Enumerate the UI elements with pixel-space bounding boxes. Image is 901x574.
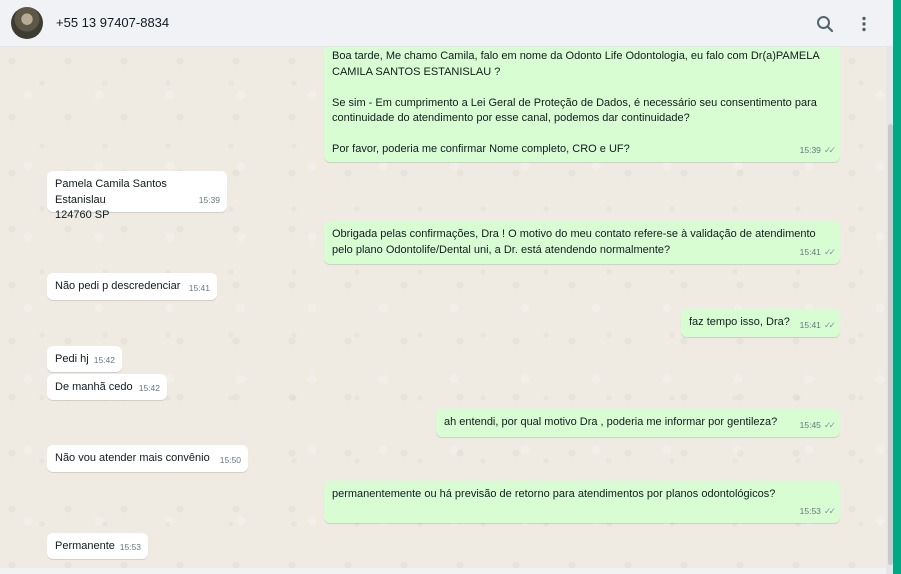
message-time: 15:42 xyxy=(93,354,115,365)
message-list: Boa tarde, Me chamo Camila, falo em nome… xyxy=(0,47,893,574)
window-edge xyxy=(893,0,901,574)
message-meta: 15:39 ✓✓ xyxy=(799,143,836,159)
message-time: 15:50 xyxy=(219,454,241,465)
message-bubble[interactable]: permanentemente ou há previsão de retorn… xyxy=(324,481,840,523)
message-meta: 15:39 xyxy=(199,193,220,209)
message-time: 15:53 xyxy=(799,505,821,516)
message-bubble[interactable]: Obrigada pelas confirmações, Dra ! O mot… xyxy=(324,221,840,264)
message-bubble[interactable]: Pedi hj 15:42 xyxy=(47,346,122,372)
double-check-icon: ✓✓ xyxy=(823,246,836,257)
message-meta: 15:45 ✓✓ xyxy=(799,418,836,434)
message-bubble[interactable]: De manhã cedo 15:42 xyxy=(47,374,167,400)
contact-avatar[interactable] xyxy=(11,7,43,39)
message-meta: 15:41 xyxy=(189,281,210,297)
double-check-icon: ✓✓ xyxy=(823,505,836,516)
double-check-icon: ✓✓ xyxy=(823,319,836,330)
search-icon[interactable] xyxy=(814,13,836,35)
message-text: Boa tarde, Me chamo Camila, falo em nome… xyxy=(332,50,820,155)
message-text: permanentemente ou há previsão de retorn… xyxy=(332,488,776,500)
message-text: Não pedi p descredenciar xyxy=(55,280,181,292)
message-bubble[interactable]: Pamela Camila Santos Estanislau 124760 S… xyxy=(47,171,227,221)
message-text: Não vou atender mais convênio xyxy=(55,452,210,464)
message-time: 15:39 xyxy=(799,144,821,155)
message-bubble[interactable]: Não vou atender mais convênio 15:50 xyxy=(47,445,248,472)
message-text: Pamela Camila Santos Estanislau 124760 S… xyxy=(55,178,167,221)
message-text: ah entendi, por qual motivo Dra , poderi… xyxy=(444,416,778,428)
message-text: Obrigada pelas confirmações, Dra ! O mot… xyxy=(332,228,816,256)
message-bubble[interactable]: faz tempo isso, Dra? 15:41 ✓✓ xyxy=(681,309,840,337)
message-time: 15:41 xyxy=(188,282,210,293)
message-meta: 15:41 ✓✓ xyxy=(799,318,836,334)
double-check-icon: ✓✓ xyxy=(823,419,836,430)
chat-header: +55 13 97407-8834 xyxy=(0,0,893,47)
message-bubble[interactable]: ah entendi, por qual motivo Dra , poderi… xyxy=(436,409,840,437)
message-meta: 15:41 ✓✓ xyxy=(799,245,836,261)
message-time: 15:41 xyxy=(799,246,821,257)
message-time: 15:53 xyxy=(119,541,141,552)
kebab-menu-icon[interactable] xyxy=(853,13,875,35)
composer-edge xyxy=(0,568,886,574)
message-time: 15:42 xyxy=(138,382,160,393)
message-bubble[interactable]: Permanente 15:53 xyxy=(47,533,148,559)
message-bubble[interactable]: Não pedi p descredenciar 15:41 xyxy=(47,273,217,300)
message-time: 15:39 xyxy=(198,194,220,205)
message-meta: 15:53 ✓✓ xyxy=(799,504,836,520)
message-meta: 15:42 xyxy=(94,353,115,369)
contact-name[interactable]: +55 13 97407-8834 xyxy=(56,15,169,30)
message-meta: 15:53 xyxy=(120,540,141,556)
message-meta: 15:42 xyxy=(139,381,160,397)
scrollbar-thumb[interactable] xyxy=(888,124,893,565)
double-check-icon: ✓✓ xyxy=(823,144,836,155)
message-meta: 15:50 xyxy=(220,453,241,469)
message-bubble[interactable]: Boa tarde, Me chamo Camila, falo em nome… xyxy=(324,47,840,162)
message-time: 15:41 xyxy=(799,319,821,330)
message-time: 15:45 xyxy=(799,419,821,430)
